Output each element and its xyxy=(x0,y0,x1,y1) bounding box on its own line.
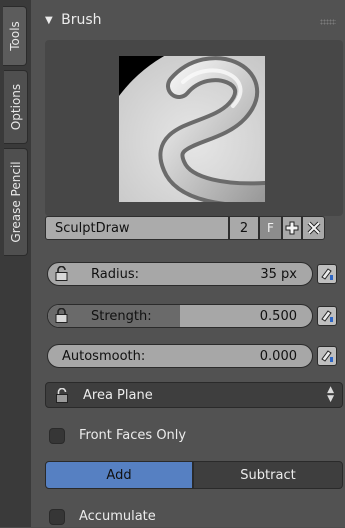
new-brush-button[interactable] xyxy=(282,216,302,240)
plus-icon xyxy=(285,221,299,235)
brush-panel-header[interactable]: ▼ Brush xyxy=(45,12,340,34)
brush-name-field[interactable]: SculptDraw xyxy=(45,216,229,240)
unlock-icon[interactable] xyxy=(55,266,68,281)
autosmooth-pressure-toggle[interactable] xyxy=(317,346,337,366)
tab-column: Tools Options Grease Pencil xyxy=(0,0,31,527)
pen-pressure-icon xyxy=(321,310,333,322)
add-button[interactable]: Add xyxy=(45,461,193,489)
close-icon xyxy=(307,221,320,235)
brush-users-value: 2 xyxy=(239,220,249,236)
add-label: Add xyxy=(106,467,132,483)
strength-value: 0.500 xyxy=(259,309,297,324)
tab-tools[interactable]: Tools xyxy=(3,6,27,66)
autosmooth-value: 0.000 xyxy=(259,349,297,364)
accumulate-option[interactable]: Accumulate xyxy=(49,508,345,528)
tab-grease-pencil[interactable]: Grease Pencil xyxy=(4,148,28,256)
subtract-button[interactable]: Subtract xyxy=(193,461,343,489)
fake-user-button[interactable]: F xyxy=(259,216,282,240)
autosmooth-slider[interactable]: Autosmooth: 0.000 xyxy=(47,344,313,368)
radius-pressure-toggle[interactable] xyxy=(317,264,337,284)
unlock-icon[interactable] xyxy=(55,388,69,403)
tab-tools-label: Tools xyxy=(7,21,22,51)
brush-selector-bar: SculptDraw 2 F xyxy=(45,216,343,240)
tab-options[interactable]: Options xyxy=(4,70,28,144)
strength-label: Strength: xyxy=(91,309,152,324)
direction-toggle: Add Subtract xyxy=(45,461,343,489)
up-down-arrows-icon: ▲ ▼ xyxy=(327,385,334,404)
panel-title: Brush xyxy=(61,12,102,28)
front-faces-only-label: Front Faces Only xyxy=(79,428,187,443)
strength-slider[interactable]: Strength: 0.500 xyxy=(47,304,313,328)
sculpt-plane-dropdown[interactable]: Area Plane ▲ ▼ xyxy=(45,382,343,408)
brush-preview-image[interactable] xyxy=(119,56,265,202)
tool-panel: ▼ Brush SculptDraw 2 F Radius: 35 px Str… xyxy=(31,0,345,527)
autosmooth-label: Autosmooth: xyxy=(62,349,146,364)
front-faces-only-option[interactable]: Front Faces Only xyxy=(49,427,345,447)
front-faces-only-checkbox[interactable] xyxy=(49,428,65,444)
sculpt-stroke-thumbnail-icon xyxy=(119,56,265,202)
brush-preview-area[interactable] xyxy=(45,40,343,216)
sculpt-plane-value: Area Plane xyxy=(83,388,153,403)
drag-grip-icon[interactable] xyxy=(320,19,336,25)
tab-options-label: Options xyxy=(8,83,23,131)
lock-icon[interactable] xyxy=(55,308,68,323)
brush-name: SculptDraw xyxy=(55,220,130,236)
radius-label: Radius: xyxy=(91,267,139,282)
accumulate-label: Accumulate xyxy=(79,509,156,524)
subtract-label: Subtract xyxy=(240,467,296,483)
radius-value: 35 px xyxy=(260,267,297,282)
collapse-triangle-icon[interactable]: ▼ xyxy=(45,15,53,26)
pen-pressure-icon xyxy=(321,268,333,280)
tab-grease-pencil-label: Grease Pencil xyxy=(8,161,23,243)
accumulate-checkbox[interactable] xyxy=(49,509,65,525)
pen-pressure-icon xyxy=(321,350,333,362)
fake-user-label: F xyxy=(267,221,274,235)
brush-users-count[interactable]: 2 xyxy=(229,216,259,240)
radius-slider[interactable]: Radius: 35 px xyxy=(47,262,313,286)
unlink-brush-button[interactable] xyxy=(302,216,325,240)
strength-pressure-toggle[interactable] xyxy=(317,306,337,326)
